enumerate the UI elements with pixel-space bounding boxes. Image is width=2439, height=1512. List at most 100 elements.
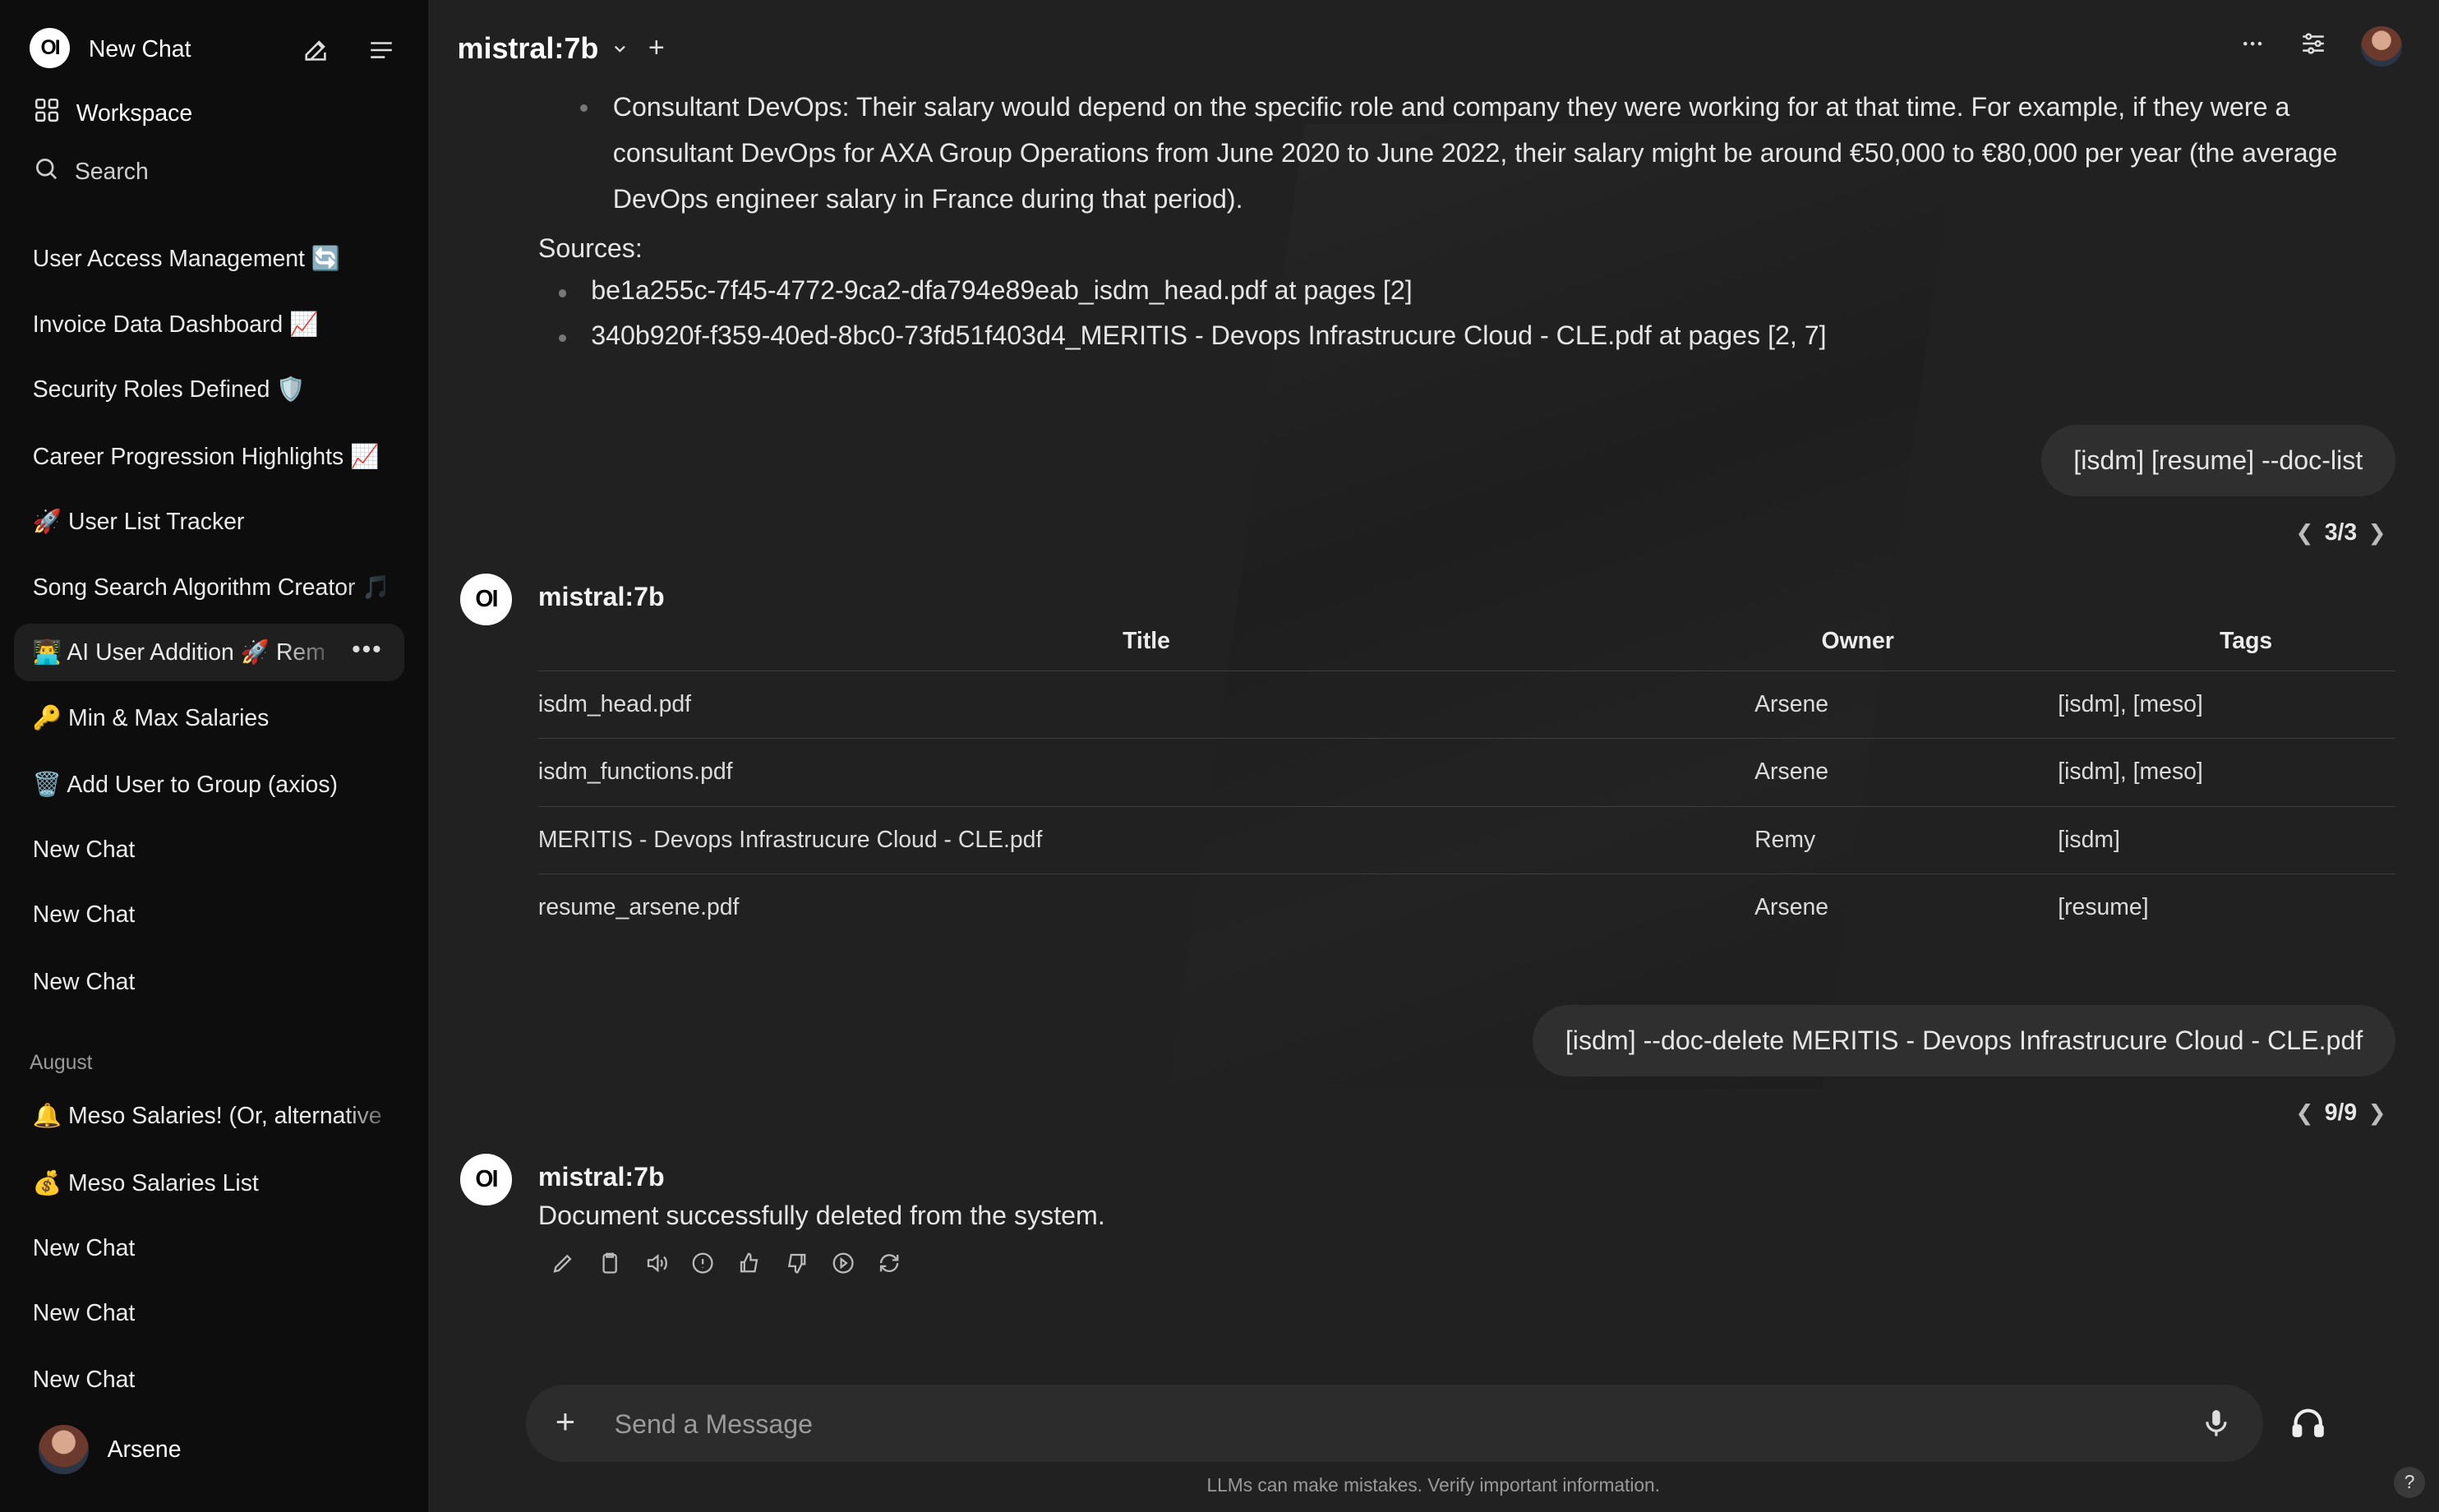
user-name: Arsene (107, 1436, 182, 1463)
chat-item-label: 🔔 Meso Salaries! (Or, alternative (32, 1103, 382, 1130)
read-aloud-icon[interactable] (643, 1249, 671, 1277)
fade-overlay (279, 624, 343, 682)
chat-item-label: 💰 Meso Salaries List (32, 1169, 259, 1196)
model-selector[interactable]: mistral:7b + (457, 31, 664, 66)
chat-main: mistral:7b + Consultant DevOps: Their sa… (427, 0, 2439, 1512)
continue-icon[interactable] (829, 1249, 857, 1277)
sidebar-menu-icon[interactable] (366, 35, 397, 66)
sidebar: OI New Chat Workspace Search User Access… (0, 0, 428, 1512)
chat-item[interactable]: Song Search Algorithm Creator 🎵 (14, 558, 405, 616)
user-message-bubble: [isdm] [resume] --doc-list (2040, 424, 2395, 496)
chat-item[interactable]: Invoice Data Dashboard 📈 (14, 296, 404, 353)
avatar (39, 1424, 89, 1475)
table-row: MERITIS - Devops Infrastrucure Cloud - C… (537, 806, 2395, 874)
assistant-name: mistral:7b (537, 1161, 665, 1192)
chat-item[interactable]: New Chat (14, 953, 404, 1011)
voice-mode-headphones-icon[interactable] (2289, 1404, 2326, 1448)
message-actions (549, 1249, 903, 1277)
cell-title: resume_arsene.pdf (537, 894, 740, 921)
table-row: isdm_functions.pdf Arsene [isdm], [meso] (537, 738, 2395, 807)
table-row: resume_arsene.pdf Arsene [resume] (538, 874, 2395, 941)
help-button[interactable]: ? (2394, 1466, 2425, 1498)
chat-item-label: 🔑 Min & Max Salaries (32, 704, 270, 731)
chat-item[interactable]: User Access Management 🔄 (14, 230, 404, 288)
more-icon[interactable] (2240, 31, 2265, 62)
user-message-text: [isdm] [resume] --doc-list (2073, 445, 2363, 475)
cell-title: MERITIS - Devops Infrastrucure Cloud - C… (537, 806, 1755, 874)
chat-item-label: 🚀 User List Tracker (32, 509, 245, 536)
info-icon[interactable] (689, 1249, 717, 1277)
chat-item-label: New Chat (32, 836, 136, 863)
documents-table: Title Owner Tags isdm_head.pdf Arsene [i… (537, 612, 2395, 942)
chat-item-label: New Chat (32, 1367, 136, 1394)
chat-item[interactable]: 🔑 Min & Max Salaries (14, 689, 404, 747)
new-chat-edit-icon[interactable] (300, 35, 331, 66)
assistant-avatar: OI (460, 1154, 512, 1205)
chat-item[interactable]: New Chat (14, 821, 404, 878)
top-right-controls (2240, 26, 2402, 67)
model-name: mistral:7b (457, 30, 599, 65)
thumbs-up-icon[interactable] (735, 1249, 763, 1277)
add-model-button[interactable]: + (648, 32, 665, 64)
chat-item[interactable]: New Chat (14, 1284, 404, 1342)
workspace-icon (33, 96, 61, 131)
pager-value: 9/9 (2324, 1099, 2358, 1127)
chat-item[interactable]: New Chat (14, 887, 404, 944)
chat-item-label: Invoice Data Dashboard 📈 (32, 311, 319, 338)
fade-overlay (342, 1087, 405, 1146)
chat-item-label: New Chat (32, 1234, 136, 1261)
chat-item[interactable]: New Chat (14, 1219, 404, 1277)
chat-item[interactable]: 💰 Meso Salaries List (14, 1154, 404, 1211)
avatar[interactable] (2361, 26, 2402, 67)
cell-tags: [isdm], [meso] (2058, 738, 2395, 807)
column-header-owner: Owner (1754, 612, 2059, 671)
attach-plus-icon[interactable]: + (556, 1404, 575, 1439)
copy-icon[interactable] (596, 1249, 624, 1277)
chat-item[interactable]: Career Progression Highlights 📈 (14, 428, 404, 486)
search-link[interactable]: Search (33, 155, 149, 188)
app-logo[interactable]: OI (29, 28, 71, 69)
cell-title: isdm_head.pdf (537, 671, 1755, 740)
more-options-icon[interactable]: ••• (352, 636, 382, 664)
cell-owner: Remy (1754, 806, 2059, 874)
source-item: 340b920f-f359-40ed-8bc0-73fd51f403d4_MER… (558, 320, 1827, 350)
search-icon (33, 155, 59, 188)
chat-item[interactable]: 🗑️ Add User to Group (axios) (14, 756, 404, 814)
chevron-right-icon[interactable]: ❯ (2368, 520, 2386, 546)
chevron-down-icon[interactable] (611, 31, 629, 66)
thumbs-down-icon[interactable] (782, 1249, 810, 1277)
new-chat-link[interactable]: New Chat (89, 36, 191, 63)
column-header-title: Title (537, 612, 1755, 671)
user-menu[interactable]: Arsene (39, 1424, 182, 1475)
chat-item[interactable]: 🔔 Meso Salaries! (Or, alternative (14, 1087, 405, 1146)
fade-overlay (342, 558, 405, 616)
cell-owner: Arsene (1754, 671, 2059, 740)
chat-item-label: New Chat (32, 1300, 136, 1326)
chat-item-label: Career Progression Highlights 📈 (32, 443, 380, 470)
cell-tags: [resume] (2058, 894, 2149, 921)
message-composer: + (525, 1384, 2264, 1463)
sidebar-header: OI New Chat (0, 21, 428, 74)
chat-item-label: New Chat (32, 968, 136, 995)
cell-owner: Arsene (1754, 894, 1829, 921)
edit-icon[interactable] (549, 1249, 577, 1277)
chevron-left-icon[interactable]: ❮ (2295, 1100, 2313, 1126)
settings-sliders-icon[interactable] (2299, 30, 2327, 64)
message-input[interactable] (611, 1399, 2142, 1450)
chevron-left-icon[interactable]: ❮ (2295, 520, 2313, 546)
chat-item[interactable]: 🚀 User List Tracker (14, 493, 404, 551)
workspace-link[interactable]: Workspace (33, 96, 192, 131)
table-header-row: Title Owner Tags (537, 612, 2395, 671)
microphone-icon[interactable] (2201, 1406, 2232, 1447)
table-row: isdm_head.pdf Arsene [isdm], [meso] (537, 671, 2395, 740)
sources-block: Sources: be1a255c-7f45-4772-9ca2-dfa794e… (538, 225, 2397, 349)
chat-item-active[interactable]: 👨‍💻 AI User Addition 🚀 Rem ••• (14, 624, 405, 682)
chevron-right-icon[interactable]: ❯ (2368, 1100, 2386, 1126)
chat-item[interactable]: New Chat (14, 1352, 404, 1409)
cell-title: isdm_functions.pdf (537, 738, 1755, 807)
chat-item[interactable]: Security Roles Defined 🛡️ (14, 361, 404, 418)
search-label: Search (74, 158, 149, 185)
cell-tags: [isdm], [meso] (2058, 671, 2395, 740)
regenerate-icon[interactable] (876, 1249, 904, 1277)
chat-item-label: User Access Management 🔄 (32, 246, 341, 273)
